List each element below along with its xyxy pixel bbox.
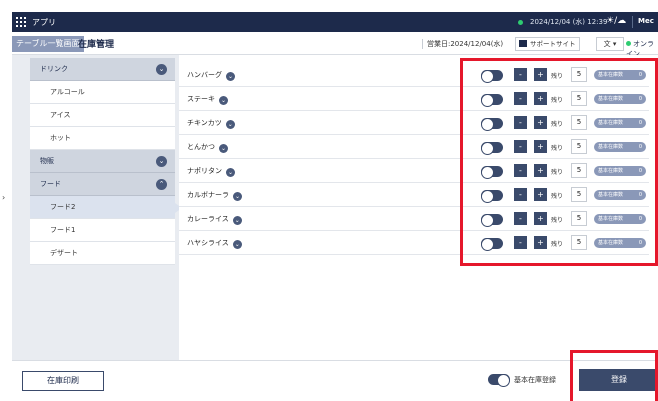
item-name-wrap: カルボナーラ ⌄	[187, 190, 242, 201]
item-name-wrap: ステーキ ⌄	[187, 94, 228, 105]
item-name: ハヤシライス	[187, 239, 229, 247]
language-select[interactable]: 文 ▾	[596, 37, 624, 51]
base-stock-register-toggle[interactable]	[488, 374, 510, 387]
sidebar-cat-food[interactable]: フード ⌃	[30, 173, 175, 196]
language-icon: 文	[603, 40, 611, 48]
sidebar-cat-goods[interactable]: 物販 ⌄	[30, 150, 175, 173]
chevron-down-icon[interactable]: ⌄	[156, 64, 167, 75]
online-dot-icon	[626, 41, 631, 46]
chevron-down-icon[interactable]: ⌄	[156, 156, 167, 167]
app-grid-icon[interactable]	[16, 17, 26, 27]
business-date: 営業日:2024/12/04(水)	[422, 39, 503, 49]
chevron-down-icon[interactable]: ⌄	[219, 96, 228, 105]
chevron-down-icon[interactable]: ⌄	[219, 144, 228, 153]
item-name-wrap: とんかつ ⌄	[187, 142, 228, 153]
sidebar-item-label: ドリンク	[40, 65, 68, 73]
item-name: カレーライス	[187, 215, 229, 223]
chevron-down-icon[interactable]: ⌄	[233, 192, 242, 201]
chevron-down-icon[interactable]: ⌄	[226, 168, 235, 177]
print-stock-button[interactable]: 在庫印刷	[22, 371, 104, 391]
page-title: 在庫管理	[78, 40, 115, 50]
sidebar-cat-drink[interactable]: ドリンク ⌄	[30, 58, 175, 81]
item-name-wrap: ハヤシライス ⌄	[187, 238, 242, 249]
book-icon	[519, 40, 527, 47]
item-name-wrap: ナポリタン ⌄	[187, 166, 235, 177]
page-header: テーブル一覧画面 在庫管理 営業日:2024/12/04(水) サポートサイト …	[12, 33, 658, 58]
sidebar-item-dessert[interactable]: デザート	[30, 242, 175, 265]
footer-bar: 在庫印刷 基本在庫登録 登録	[12, 360, 658, 401]
category-sidebar: ドリンク ⌄ アルコール アイス ホット 物販 ⌄ フード ⌃ フード2 フード1 デ…	[30, 58, 182, 265]
item-name: ナポリタン	[187, 167, 222, 175]
table-list-tab[interactable]: テーブル一覧画面	[12, 36, 84, 52]
chevron-up-icon[interactable]: ⌃	[156, 179, 167, 190]
item-name: とんかつ	[187, 143, 215, 151]
chevron-down-icon[interactable]: ⌄	[232, 240, 242, 249]
item-name: ステーキ	[187, 95, 215, 103]
sidebar-item-alcohol[interactable]: アルコール	[30, 81, 175, 104]
chevron-down-icon[interactable]: ⌄	[225, 120, 235, 129]
app-label: アプリ	[32, 18, 56, 27]
chevron-down-icon[interactable]: ⌄	[232, 216, 242, 225]
top-app-bar: アプリ 2024/12/04 (水) 12:39 ☀/☁ Mec	[12, 12, 658, 32]
item-name: ハンバーグ	[187, 71, 222, 79]
sidebar-item-food2[interactable]: フード2	[30, 196, 182, 219]
divider	[632, 16, 633, 28]
highlight-box-controls	[460, 58, 658, 266]
datetime: 2024/12/04 (水) 12:39	[530, 18, 608, 26]
sidebar-item-hot[interactable]: ホット	[30, 127, 175, 150]
support-site-label: サポートサイト	[530, 40, 576, 48]
sidebar-item-label: 物販	[40, 157, 54, 165]
sidebar-item-food1[interactable]: フード1	[30, 219, 175, 242]
side-arrow-icon: ›	[2, 193, 6, 202]
item-name: カルボナーラ	[187, 191, 229, 199]
item-name-wrap: ハンバーグ ⌄	[187, 70, 235, 81]
item-name: チキンカツ	[187, 119, 222, 127]
weather-icon: ☀/☁	[606, 16, 627, 26]
base-stock-register-label: 基本在庫登録	[514, 376, 556, 384]
support-site-button[interactable]: サポートサイト	[515, 37, 580, 51]
sidebar-item-ice[interactable]: アイス	[30, 104, 175, 127]
sidebar-item-label: フード	[40, 180, 61, 188]
store-label: Mec	[638, 17, 654, 25]
item-name-wrap: チキンカツ ⌄	[187, 118, 235, 129]
item-name-wrap: カレーライス ⌄	[187, 214, 242, 225]
status-dot-icon	[518, 20, 523, 25]
chevron-down-icon[interactable]: ⌄	[226, 72, 235, 81]
highlight-box-register	[570, 350, 658, 401]
